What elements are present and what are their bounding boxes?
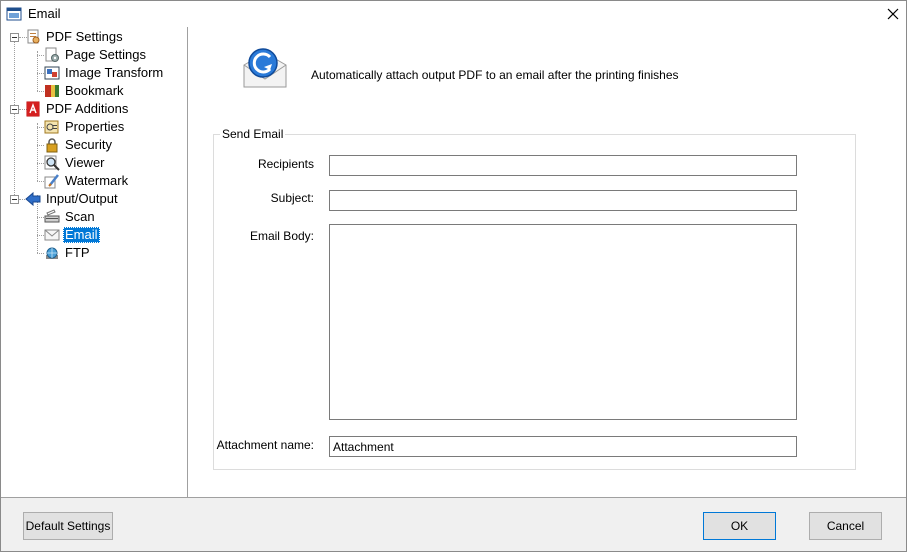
close-icon: [887, 8, 899, 20]
tree-item-label: Image Transform: [65, 65, 164, 80]
bookmark-icon: [45, 85, 59, 97]
tree-item-security[interactable]: Security: [44, 136, 114, 154]
app-icon: [6, 7, 22, 21]
recipients-label: Recipients: [257, 157, 314, 171]
email-description: Automatically attach output PDF to an em…: [311, 68, 679, 82]
tree-connector: [37, 51, 38, 91]
tree-connector: [37, 145, 44, 146]
tree-item-label: Email: [63, 227, 100, 243]
tree-connector: [14, 41, 15, 199]
tree-connector: [37, 73, 44, 74]
tree-connector: [37, 253, 44, 254]
tree-item-input-output[interactable]: Input/Output: [25, 190, 120, 208]
watermark-icon: [44, 174, 59, 189]
collapse-toggle-input-output[interactable]: [10, 195, 19, 204]
cancel-button[interactable]: Cancel: [809, 512, 882, 540]
tree-connector: [37, 123, 38, 181]
tree-item-page-settings[interactable]: Page Settings: [44, 46, 148, 64]
attachment-name-input[interactable]: [329, 436, 797, 457]
tree-connector: [37, 181, 44, 182]
title-bar: Email: [1, 1, 906, 27]
tree-item-label: Scan: [65, 209, 95, 224]
tree-item-label: Properties: [65, 119, 125, 134]
tree-item-label: PDF Additions: [46, 101, 129, 116]
default-settings-button[interactable]: Default Settings: [23, 512, 113, 540]
tree-item-ftp[interactable]: FTP: [44, 244, 92, 262]
page-settings-icon: [45, 47, 59, 62]
email-body-label: Email Body:: [249, 229, 314, 243]
tree-item-email[interactable]: Email: [44, 226, 100, 244]
tree-connector: [37, 163, 44, 164]
arrow-left-icon: [25, 191, 41, 207]
window-title: Email: [28, 6, 61, 21]
tree-item-pdf-settings[interactable]: PDF Settings: [25, 28, 125, 46]
email-attach-icon: [243, 48, 287, 88]
pdf-icon: [26, 101, 40, 117]
email-settings-panel: Automatically attach output PDF to an em…: [188, 27, 906, 498]
tree-item-label: Bookmark: [65, 83, 124, 98]
ok-button[interactable]: OK: [703, 512, 776, 540]
tree-item-label: Input/Output: [46, 191, 118, 206]
tree-connector: [37, 91, 44, 92]
tree-item-label: PDF Settings: [46, 29, 123, 44]
send-email-group-title: Send Email: [222, 127, 284, 141]
pdf-settings-icon: [27, 29, 40, 44]
image-transform-icon: [44, 66, 60, 80]
scanner-icon: [44, 209, 60, 223]
tree-item-label: Watermark: [65, 173, 129, 188]
subject-label: Subject:: [270, 191, 314, 205]
envelope-icon: [44, 229, 60, 241]
tree-connector: [37, 235, 44, 236]
tree-item-label: Page Settings: [65, 47, 146, 62]
tree-connector: [37, 55, 44, 56]
lock-icon: [46, 138, 58, 153]
tree-item-properties[interactable]: Properties: [44, 118, 126, 136]
email-settings-window: Email PDF Settings Page Settings Image T…: [0, 0, 907, 552]
tree-item-image-transform[interactable]: Image Transform: [44, 64, 165, 82]
settings-tree: PDF Settings Page Settings Image Transfo…: [1, 27, 188, 498]
magnifier-icon: [44, 155, 60, 171]
tree-item-label: FTP: [65, 245, 90, 260]
close-button[interactable]: [880, 1, 906, 27]
properties-icon: [44, 120, 59, 134]
tree-item-pdf-additions[interactable]: PDF Additions: [25, 100, 130, 118]
tree-item-scan[interactable]: Scan: [44, 208, 97, 226]
tree-connector: [37, 217, 44, 218]
tree-item-label: Viewer: [65, 155, 105, 170]
attachment-name-label: Attachment name:: [216, 438, 314, 452]
globe-icon: [46, 247, 58, 259]
recipients-input[interactable]: [329, 155, 797, 176]
subject-input[interactable]: [329, 190, 797, 211]
tree-connector: [37, 127, 44, 128]
tree-item-label: Security: [65, 137, 112, 152]
email-body-textarea[interactable]: [329, 224, 797, 420]
tree-item-bookmark[interactable]: Bookmark: [44, 82, 126, 100]
collapse-toggle-pdf-settings[interactable]: [10, 33, 19, 42]
tree-item-watermark[interactable]: Watermark: [44, 172, 130, 190]
collapse-toggle-pdf-additions[interactable]: [10, 105, 19, 114]
tree-item-viewer[interactable]: Viewer: [44, 154, 107, 172]
